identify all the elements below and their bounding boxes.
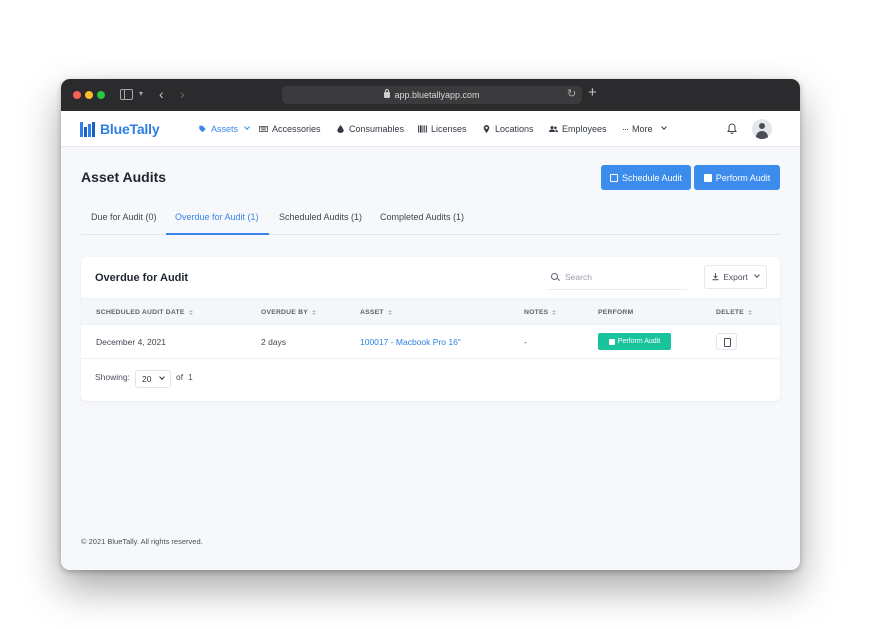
- search-input[interactable]: [565, 269, 683, 285]
- sidebar-toggle-icon[interactable]: [120, 89, 133, 100]
- column-header-delete[interactable]: DELETE: [716, 309, 753, 316]
- close-window-button[interactable]: [73, 91, 81, 99]
- checkbox-icon: [608, 338, 615, 345]
- top-navigation: BlueTally Assets Accessories Consumables…: [61, 111, 800, 147]
- users-icon: [549, 126, 558, 132]
- page-size-select[interactable]: 20: [135, 370, 171, 388]
- location-pin-icon: [483, 125, 490, 133]
- chevron-down-icon: [159, 374, 166, 380]
- column-header-notes[interactable]: NOTES: [524, 309, 557, 316]
- schedule-audit-label: Schedule Audit: [621, 172, 683, 183]
- active-tab-indicator: [166, 233, 269, 235]
- nav-item-label: Accessories: [272, 124, 321, 134]
- column-header-label: PERFORM: [598, 309, 634, 316]
- chevron-down-icon: [753, 272, 760, 278]
- chevron-down-icon[interactable]: ▾: [139, 89, 143, 98]
- nav-item-label: Employees: [562, 124, 607, 134]
- cell-scheduled-date: December 4, 2021: [96, 337, 166, 347]
- column-header-label: NOTES: [524, 309, 549, 316]
- nav-item-consumables[interactable]: Consumables: [336, 124, 404, 134]
- sort-icon: [311, 310, 316, 315]
- row-perform-audit-label: Perform Audit: [617, 338, 661, 345]
- page-size-value: 20: [142, 374, 152, 384]
- export-label: Export: [723, 272, 748, 282]
- tab-due-for-audit[interactable]: Due for Audit (0): [91, 212, 157, 222]
- schedule-audit-button[interactable]: Schedule Audit: [601, 165, 691, 190]
- nav-item-label: More: [632, 124, 653, 134]
- new-tab-icon[interactable]: +: [588, 84, 597, 102]
- row-perform-audit-button[interactable]: Perform Audit: [598, 333, 671, 350]
- perform-audit-button[interactable]: Perform Audit: [694, 165, 780, 190]
- cell-overdue-by: 2 days: [261, 337, 287, 347]
- calendar-icon: [609, 173, 618, 182]
- of-label: of: [176, 372, 184, 382]
- table-header: SCHEDULED AUDIT DATE OVERDUE BY ASSET NO…: [81, 298, 780, 325]
- sort-icon: [552, 310, 557, 315]
- column-header-label: ASSET: [360, 309, 384, 316]
- lock-icon: [384, 89, 391, 98]
- footer-copyright: © 2021 BlueTally. All rights reserved.: [81, 537, 203, 546]
- chevron-down-icon: [244, 124, 250, 130]
- browser-toolbar: ▾ ‹ › app.bluetallyapp.com ↻ +: [61, 79, 800, 111]
- column-header-label: DELETE: [716, 309, 745, 316]
- url-text: app.bluetallyapp.com: [394, 90, 480, 100]
- nav-item-label: Consumables: [349, 124, 405, 134]
- nav-item-label: Assets: [211, 124, 239, 134]
- keyboard-icon: [259, 126, 268, 132]
- column-header-overdue-by[interactable]: OVERDUE BY: [261, 309, 316, 316]
- nav-item-more[interactable]: ··· More: [622, 124, 667, 134]
- cell-notes: -: [524, 337, 527, 347]
- ellipsis-icon: ···: [622, 124, 629, 134]
- nav-item-label: Locations: [495, 124, 534, 134]
- droplet-icon: [337, 125, 344, 133]
- minimize-window-button[interactable]: [85, 91, 93, 99]
- search-icon: [551, 273, 558, 280]
- nav-item-label: Licenses: [431, 124, 467, 134]
- nav-item-employees[interactable]: Employees: [549, 124, 607, 134]
- page-title: Asset Audits: [81, 169, 167, 185]
- nav-item-assets[interactable]: Assets: [198, 124, 250, 134]
- reload-icon[interactable]: ↻: [567, 87, 576, 100]
- perform-audit-label: Perform Audit: [715, 172, 771, 183]
- browser-window: ▾ ‹ › app.bluetallyapp.com ↻ + BlueTally…: [61, 79, 800, 570]
- user-avatar[interactable]: [752, 119, 772, 139]
- tab-scheduled-audits[interactable]: Scheduled Audits (1): [279, 212, 362, 222]
- maximize-window-button[interactable]: [97, 91, 105, 99]
- delete-button[interactable]: [716, 333, 737, 350]
- nav-item-locations[interactable]: Locations: [482, 124, 534, 134]
- forward-arrow-icon[interactable]: ›: [180, 86, 185, 102]
- logo-mark-icon: [80, 121, 96, 137]
- search-box: [547, 265, 687, 290]
- tab-overdue-for-audit[interactable]: Overdue for Audit (1): [175, 212, 259, 222]
- sort-icon: [188, 310, 193, 315]
- back-arrow-icon[interactable]: ‹: [159, 86, 164, 102]
- chevron-down-icon: [660, 124, 667, 130]
- brand-logo[interactable]: BlueTally: [80, 120, 160, 138]
- showing-label: Showing:: [95, 372, 130, 382]
- card-title: Overdue for Audit: [95, 272, 189, 284]
- asset-link[interactable]: 100017 - Macbook Pro 16": [360, 337, 461, 347]
- export-button[interactable]: Export: [704, 265, 767, 289]
- sort-icon: [748, 310, 753, 315]
- checkbox-icon: [703, 173, 712, 182]
- table-row: December 4, 2021 2 days 100017 - Macbook…: [81, 325, 780, 359]
- brand-name: BlueTally: [100, 121, 160, 137]
- sort-icon: [387, 310, 392, 315]
- nav-item-accessories[interactable]: Accessories: [259, 124, 321, 134]
- total-pages: 1: [188, 372, 193, 382]
- column-header-label: OVERDUE BY: [261, 309, 308, 316]
- download-icon: [712, 273, 719, 281]
- column-header-label: SCHEDULED AUDIT DATE: [96, 309, 185, 316]
- audit-tabs: Due for Audit (0) Overdue for Audit (1) …: [81, 207, 780, 235]
- address-bar[interactable]: app.bluetallyapp.com: [282, 86, 582, 104]
- tag-icon: [199, 125, 206, 133]
- column-header-asset[interactable]: ASSET: [360, 309, 392, 316]
- nav-item-licenses[interactable]: Licenses: [418, 124, 467, 134]
- tab-completed-audits[interactable]: Completed Audits (1): [380, 212, 464, 222]
- bell-icon[interactable]: [727, 123, 737, 134]
- column-header-scheduled-date[interactable]: SCHEDULED AUDIT DATE: [96, 309, 193, 316]
- column-header-perform: PERFORM: [598, 309, 633, 316]
- barcode-icon: [418, 125, 427, 133]
- overdue-audits-card: Overdue for Audit Export SCHEDULED AUDIT…: [81, 257, 780, 401]
